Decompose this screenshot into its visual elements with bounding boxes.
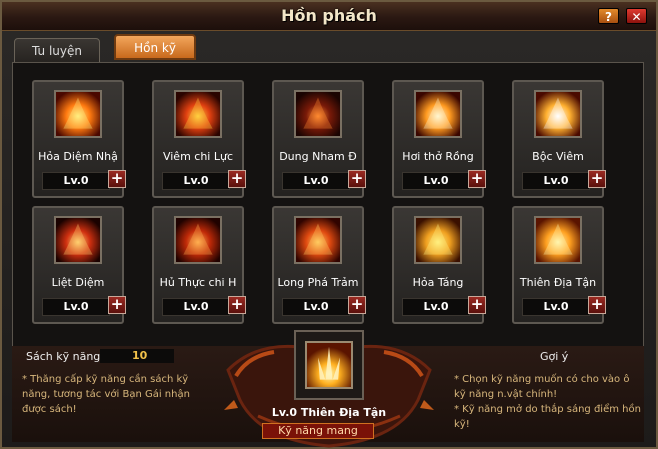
skill-book-label: Sách kỹ năng: [26,350,104,363]
skill-slot[interactable]: Hơi thở Rồng Lv.0 + [392,80,486,198]
window-title: Hồn phách [281,6,377,25]
skill-level: Lv.0 [522,172,590,190]
dragon-slash-icon [294,216,342,264]
skill-name: Hơi thở Rồng [402,150,474,163]
skill-slot[interactable]: Liệt Diệm Lv.0 + [32,206,126,324]
close-button[interactable]: ✕ [626,8,647,24]
flame-slash-icon [54,90,102,138]
upgrade-plus-button[interactable]: + [348,296,366,314]
lava-figure-icon [294,90,342,138]
upgrade-plus-button[interactable]: + [228,296,246,314]
upgrade-plus-button[interactable]: + [588,170,606,188]
fire-wall-icon [54,216,102,264]
selected-skill-name: Lv.0 Thiên Địa Tận [271,406,387,419]
selected-skill-icon [305,341,353,389]
skill-name: Thiên Địa Tận [519,276,597,289]
upgrade-plus-button[interactable]: + [228,170,246,188]
skill-slot[interactable]: Hỏa Diệm Nhậ Lv.0 + [32,80,126,198]
upgrade-note: * Thăng cấp kỹ năng cần sách kỹ năng, tư… [22,374,190,415]
pillar-flame-icon [534,216,582,264]
cremation-sword-icon [414,216,462,264]
selected-skill-sublabel: Kỹ năng mang [262,423,374,439]
skill-name: Viêm chi Lực [162,150,234,163]
skill-name: Dung Nham Đ [279,150,357,163]
upgrade-plus-button[interactable]: + [108,296,126,314]
skill-level: Lv.0 [162,298,230,316]
upgrade-plus-button[interactable]: + [468,296,486,314]
skill-name: Liệt Diệm [51,276,105,289]
selected-skill-slot[interactable] [294,330,364,400]
skill-slot[interactable]: Viêm chi Lực Lv.0 + [152,80,246,198]
skill-name: Hỏa Táng [412,276,464,289]
skill-level: Lv.0 [42,298,110,316]
skill-slot[interactable]: Thiên Địa Tận Lv.0 + [512,206,606,324]
help-button[interactable]: ? [598,8,619,24]
fire-swirl-icon [174,90,222,138]
title-bar: Hồn phách ? ✕ [2,2,656,31]
skill-slot[interactable]: Hỏa Táng Lv.0 + [392,206,486,324]
skill-level: Lv.0 [282,298,350,316]
upgrade-plus-button[interactable]: + [348,170,366,188]
skill-name: Hủ Thực chi H [159,276,237,289]
dragon-breath-icon [414,90,462,138]
skill-name: Bộc Viêm [532,150,584,163]
tab-hon-ky[interactable]: Hồn kỹ [114,34,196,60]
skill-level: Lv.0 [162,172,230,190]
skill-level: Lv.0 [402,298,470,316]
skill-level: Lv.0 [402,172,470,190]
skill-level: Lv.0 [42,172,110,190]
upgrade-plus-button[interactable]: + [588,296,606,314]
hint-text: * Chọn kỹ năng muốn có cho vào ô kỹ năng… [454,374,641,430]
skill-level: Lv.0 [522,298,590,316]
corrosion-fire-icon [174,216,222,264]
fire-burst-icon [534,90,582,138]
skill-level: Lv.0 [282,172,350,190]
skill-slot[interactable]: Dung Nham Đ Lv.0 + [272,80,366,198]
skill-slot[interactable]: Bộc Viêm Lv.0 + [512,80,606,198]
skill-book-count: 10 [132,349,148,362]
skill-name: Hỏa Diệm Nhậ [38,150,118,163]
skill-name: Long Phá Trảm [277,276,359,289]
upgrade-plus-button[interactable]: + [468,170,486,188]
skill-slot[interactable]: Hủ Thực chi H Lv.0 + [152,206,246,324]
upgrade-plus-button[interactable]: + [108,170,126,188]
skill-slot[interactable]: Long Phá Trảm Lv.0 + [272,206,366,324]
hint-title: Gợi ý [540,350,569,363]
